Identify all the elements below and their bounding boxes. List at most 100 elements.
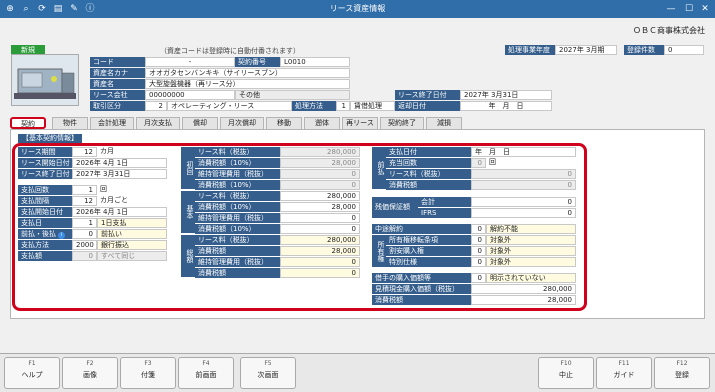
code-value: - (145, 57, 235, 67)
est-price-label: 見積現金購入価額（税抜） (372, 284, 471, 294)
lease-company-name: その他 (235, 90, 350, 100)
minimize-icon[interactable]: — (663, 2, 679, 16)
trade-type-name: オペレーティング・リース (167, 101, 292, 111)
total-row-value: 0 (280, 268, 360, 278)
prepay-fee-value: 0 (471, 169, 576, 179)
total-row-label: 消費税額 (195, 268, 280, 278)
tab-move[interactable]: 移動 (266, 117, 302, 129)
basic-row-label: 消費税額（10%） (195, 202, 280, 212)
first-row-label: 消費税額（10%） (195, 158, 280, 168)
tab-bar: 契約 物件 会計処理 月次支払 償却 月次償却 移動 遡体 再リース 契約終了 … (10, 117, 705, 129)
return-date-field[interactable]: 年 月 日 (460, 101, 552, 111)
cancel-label: 中途解約 (372, 224, 471, 234)
lease-company-code[interactable]: 00000000 (145, 90, 235, 100)
prepay-tax-value: 0 (471, 180, 576, 190)
owner-row-name: 対象外 (486, 246, 576, 256)
owner-row-label: 所有権移転条項 (386, 235, 471, 245)
kana-field[interactable]: オオガタセンバンキキ（サイリースブン） (145, 68, 350, 78)
buy-price-label: 借手の購入価額等 (372, 273, 471, 283)
pay-start-field[interactable]: 2026年 4月 1日 (72, 207, 167, 217)
pay-day-name: 1日支払 (97, 218, 167, 228)
owner-row-label: 特別仕様 (386, 257, 471, 267)
pay-day-field[interactable]: 1 (72, 218, 97, 228)
pay-count-unit: 回 (100, 185, 107, 193)
info-icon[interactable]: i (58, 232, 66, 239)
est-tax-field[interactable]: 28,000 (471, 295, 576, 305)
cancel-field[interactable]: 0 (471, 224, 486, 234)
owner-row-name: 対象外 (486, 257, 576, 267)
contract-no-label: 契約番号 (235, 57, 280, 67)
auto-number-note: （資産コードは登録時に自動付番されます） (160, 47, 300, 55)
pay-day-label: 支払日 (18, 218, 72, 228)
f4-prev-button[interactable]: F4 前画面 (178, 357, 234, 389)
residual-accounting-field[interactable]: 0 (471, 197, 576, 207)
first-row-label: 消費税額（10%） (195, 180, 280, 190)
residual-ifrs-field[interactable]: 0 (471, 208, 576, 218)
contract-no-field[interactable]: L0010 (280, 57, 350, 67)
interval-field[interactable]: 12 (72, 196, 97, 206)
code-label: コード (90, 57, 145, 67)
f10-cancel-button[interactable]: F10 中止 (538, 357, 594, 389)
f12-register-button[interactable]: F12 登録 (654, 357, 710, 389)
f5-next-button[interactable]: F5 次画面 (240, 357, 296, 389)
interval-label: 支払間隔 (18, 196, 72, 206)
trade-type-label: 取引区分 (90, 101, 145, 111)
trade-type-code[interactable]: 2 (145, 101, 167, 111)
owner-row-label: 割安購入権 (386, 246, 471, 256)
owner-row-field[interactable]: 0 (471, 257, 486, 267)
group-basic: 基本 (181, 191, 195, 233)
total-row-label: 消費税額 (195, 246, 280, 256)
f1-help-button[interactable]: F1 ヘルプ (4, 357, 60, 389)
total-row-label: リース料（税抜） (195, 235, 280, 245)
tab-accounting[interactable]: 会計処理 (90, 117, 134, 129)
total-row-value: 280,000 (280, 235, 360, 245)
tab-monthly-depreciation[interactable]: 月次償却 (220, 117, 264, 129)
start-date-label: リース開始日付 (18, 158, 72, 168)
asset-image[interactable] (11, 54, 79, 106)
paydate-field[interactable]: 年 月 日 (471, 147, 576, 157)
paycount-unit: 回 (489, 158, 496, 166)
method-code[interactable]: 1 (336, 101, 350, 111)
title-bar: ⊕ ⌕ ⟳ ▤ ✎ ⓘ リース資産情報 — ☐ ✕ (0, 0, 715, 18)
company-name: ＯＢＣ商事株式会社 (633, 26, 705, 35)
owner-row-name: 対象外 (486, 235, 576, 245)
pay-amount-field[interactable]: 0 (72, 251, 97, 261)
tab-contract[interactable]: 契約 (10, 117, 46, 129)
pay-method-field[interactable]: 2000 (72, 240, 97, 250)
first-row-value: 0 (280, 180, 360, 190)
prepay-fee-label: リース料（税抜） (386, 169, 471, 179)
end-date-label: リース終了日付 (18, 169, 72, 179)
asset-name-field[interactable]: 大型旋盤機器（再リース分） (145, 79, 350, 89)
owner-row-field[interactable]: 0 (471, 235, 486, 245)
end-date-field[interactable]: 2027年 3月31日 (72, 169, 167, 179)
tab-monthly-payment[interactable]: 月次支払 (136, 117, 180, 129)
owner-row-field[interactable]: 0 (471, 246, 486, 256)
basic-row-value[interactable]: 0 (280, 224, 360, 234)
basic-row-value[interactable]: 280,000 (280, 191, 360, 201)
total-row-label: 維持管理費用（税抜） (195, 257, 280, 267)
f2-image-button[interactable]: F2 画像 (62, 357, 118, 389)
period-unit: カ月 (100, 147, 114, 155)
est-price-field[interactable]: 280,000 (471, 284, 576, 294)
maximize-icon[interactable]: ☐ (681, 2, 697, 16)
pay-count-field[interactable]: 1 (72, 185, 97, 195)
f3-sticky-button[interactable]: F3 付箋 (120, 357, 176, 389)
period-field[interactable]: 12 (72, 147, 97, 157)
tab-contract-end[interactable]: 契約終了 (380, 117, 424, 129)
tab-item[interactable]: 物件 (52, 117, 88, 129)
start-date-field[interactable]: 2026年 4月 1日 (72, 158, 167, 168)
reg-count-value: 0 (664, 45, 704, 55)
close-icon[interactable]: ✕ (697, 2, 713, 16)
tab-depreciation[interactable]: 償却 (182, 117, 218, 129)
prepay-field[interactable]: 0 (72, 229, 97, 239)
tab-impairment[interactable]: 減損 (426, 117, 462, 129)
kana-label: 資産名カナ (90, 68, 145, 78)
buy-price-field[interactable]: 0 (471, 273, 486, 283)
tab-transfer[interactable]: 遡体 (304, 117, 340, 129)
paycount-field[interactable]: 0 (471, 158, 486, 168)
tab-re-lease[interactable]: 再リース (342, 117, 378, 129)
basic-row-value[interactable]: 0 (280, 213, 360, 223)
f11-guide-button[interactable]: F11 ガイド (596, 357, 652, 389)
period-label: リース期間 (18, 147, 72, 157)
basic-row-value[interactable]: 28,000 (280, 202, 360, 212)
